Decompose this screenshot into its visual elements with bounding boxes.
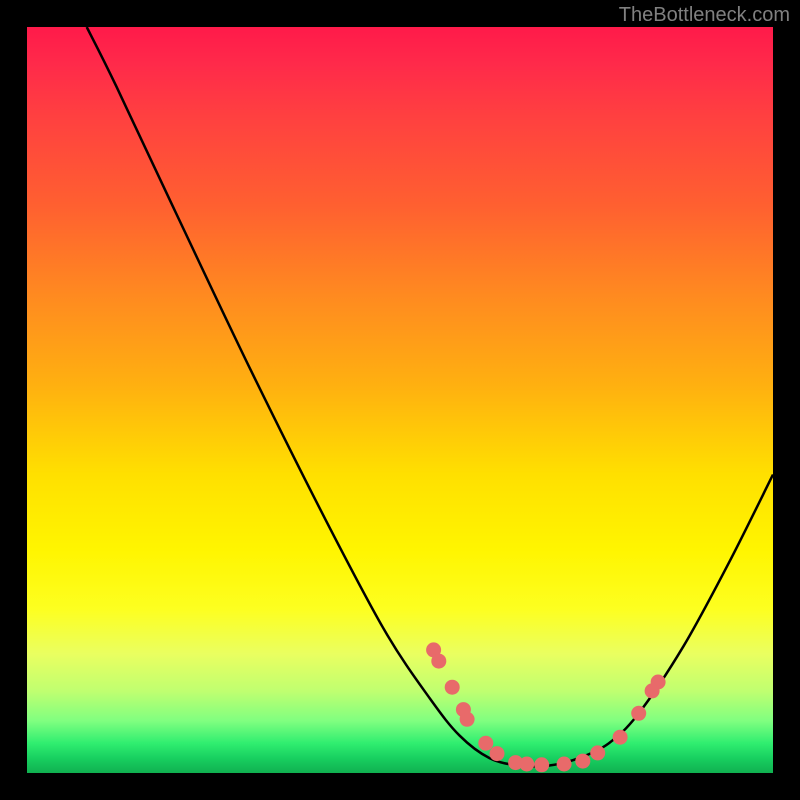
data-points-group bbox=[426, 642, 665, 772]
data-point bbox=[460, 712, 475, 727]
data-point bbox=[590, 745, 605, 760]
data-point bbox=[478, 736, 493, 751]
data-point bbox=[445, 680, 460, 695]
data-point bbox=[534, 757, 549, 772]
data-point bbox=[519, 757, 534, 772]
watermark-text: TheBottleneck.com bbox=[619, 4, 790, 27]
data-point bbox=[557, 757, 572, 772]
chart-container: TheBottleneck.com bbox=[0, 0, 800, 800]
data-point bbox=[431, 654, 446, 669]
chart-svg bbox=[27, 27, 773, 773]
data-point bbox=[651, 675, 666, 690]
data-point bbox=[631, 706, 646, 721]
data-point bbox=[575, 754, 590, 769]
data-point bbox=[490, 746, 505, 761]
data-point bbox=[613, 730, 628, 745]
